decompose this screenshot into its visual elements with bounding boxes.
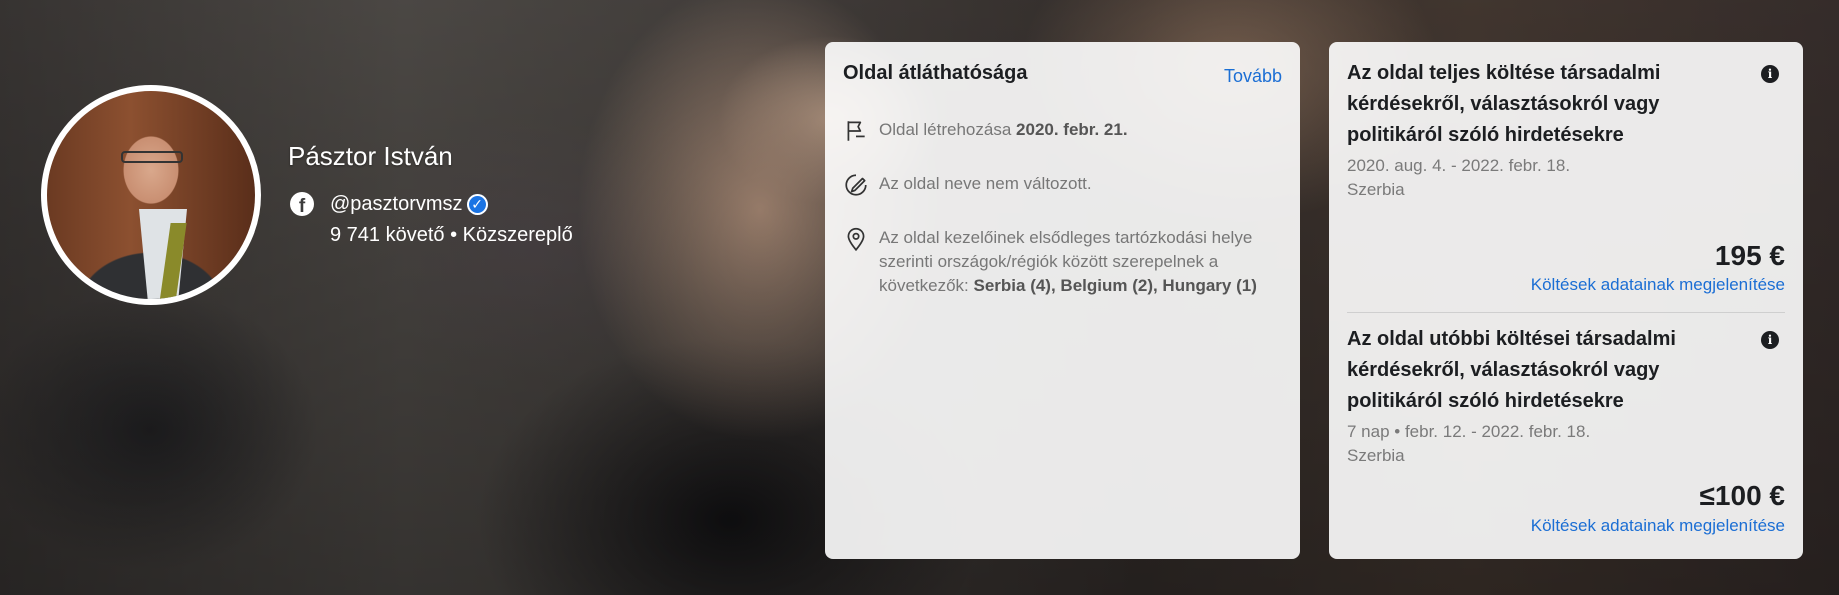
created-label: Oldal létrehozása (879, 120, 1017, 139)
transparency-title: Oldal átláthatósága (843, 62, 1028, 84)
flag-icon (847, 121, 865, 141)
created-row: Oldal létrehozása 2020. febr. 21. (843, 118, 1128, 144)
avatar[interactable] (41, 85, 261, 305)
total-spend-region: Szerbia (1347, 180, 1405, 199)
location-pin-icon (847, 227, 865, 252)
recent-spend-amount: ≤100 € (1699, 480, 1785, 511)
page-name[interactable]: Pásztor István (288, 141, 453, 172)
name-unchanged-text: Az oldal neve nem változott. (879, 174, 1092, 193)
total-spend-period: 2020. aug. 4. - 2022. febr. 18. (1347, 156, 1571, 175)
facebook-icon: f (290, 192, 314, 216)
verified-icon: ✓ (466, 193, 488, 215)
info-icon[interactable]: i (1761, 65, 1779, 83)
divider (1347, 312, 1785, 313)
info-icon[interactable]: i (1761, 331, 1779, 349)
recent-spend-region: Szerbia (1347, 446, 1405, 465)
handle-row: f @pasztorvmsz ✓ (290, 192, 488, 216)
avatar-glasses (121, 151, 183, 163)
total-spend-title: Az oldal teljes költése társadalmi kérdé… (1347, 62, 1661, 146)
name-history-row: Az oldal neve nem változott. (843, 172, 1092, 198)
total-spend-amount: 195 € (1714, 240, 1785, 271)
ad-spend-card: Az oldal teljes költése társadalmi kérdé… (1329, 42, 1803, 559)
locations-list: Serbia (4), Belgium (2), Hungary (1) (973, 276, 1257, 295)
recent-spend-title: Az oldal utóbbi költései társadalmi kérd… (1347, 328, 1676, 412)
total-spend-details-link[interactable]: Költések adatainak megjelenítése (1531, 275, 1785, 295)
recent-spend-details-link[interactable]: Költések adatainak megjelenítése (1531, 516, 1785, 536)
recent-spend-period: 7 nap • febr. 12. - 2022. febr. 18. (1347, 422, 1591, 441)
more-link[interactable]: Tovább (1224, 66, 1282, 87)
page-handle[interactable]: @pasztorvmsz (330, 193, 463, 216)
edit-name-icon (845, 174, 867, 196)
followers-category: 9 741 követő • Közszereplő (330, 224, 573, 246)
page-transparency-card: Oldal átláthatósága Tovább Oldal létreho… (825, 42, 1300, 559)
created-date: 2020. febr. 21. (1016, 120, 1128, 139)
locations-row: Az oldal kezelőinek elsődleges tartózkod… (843, 226, 1263, 298)
